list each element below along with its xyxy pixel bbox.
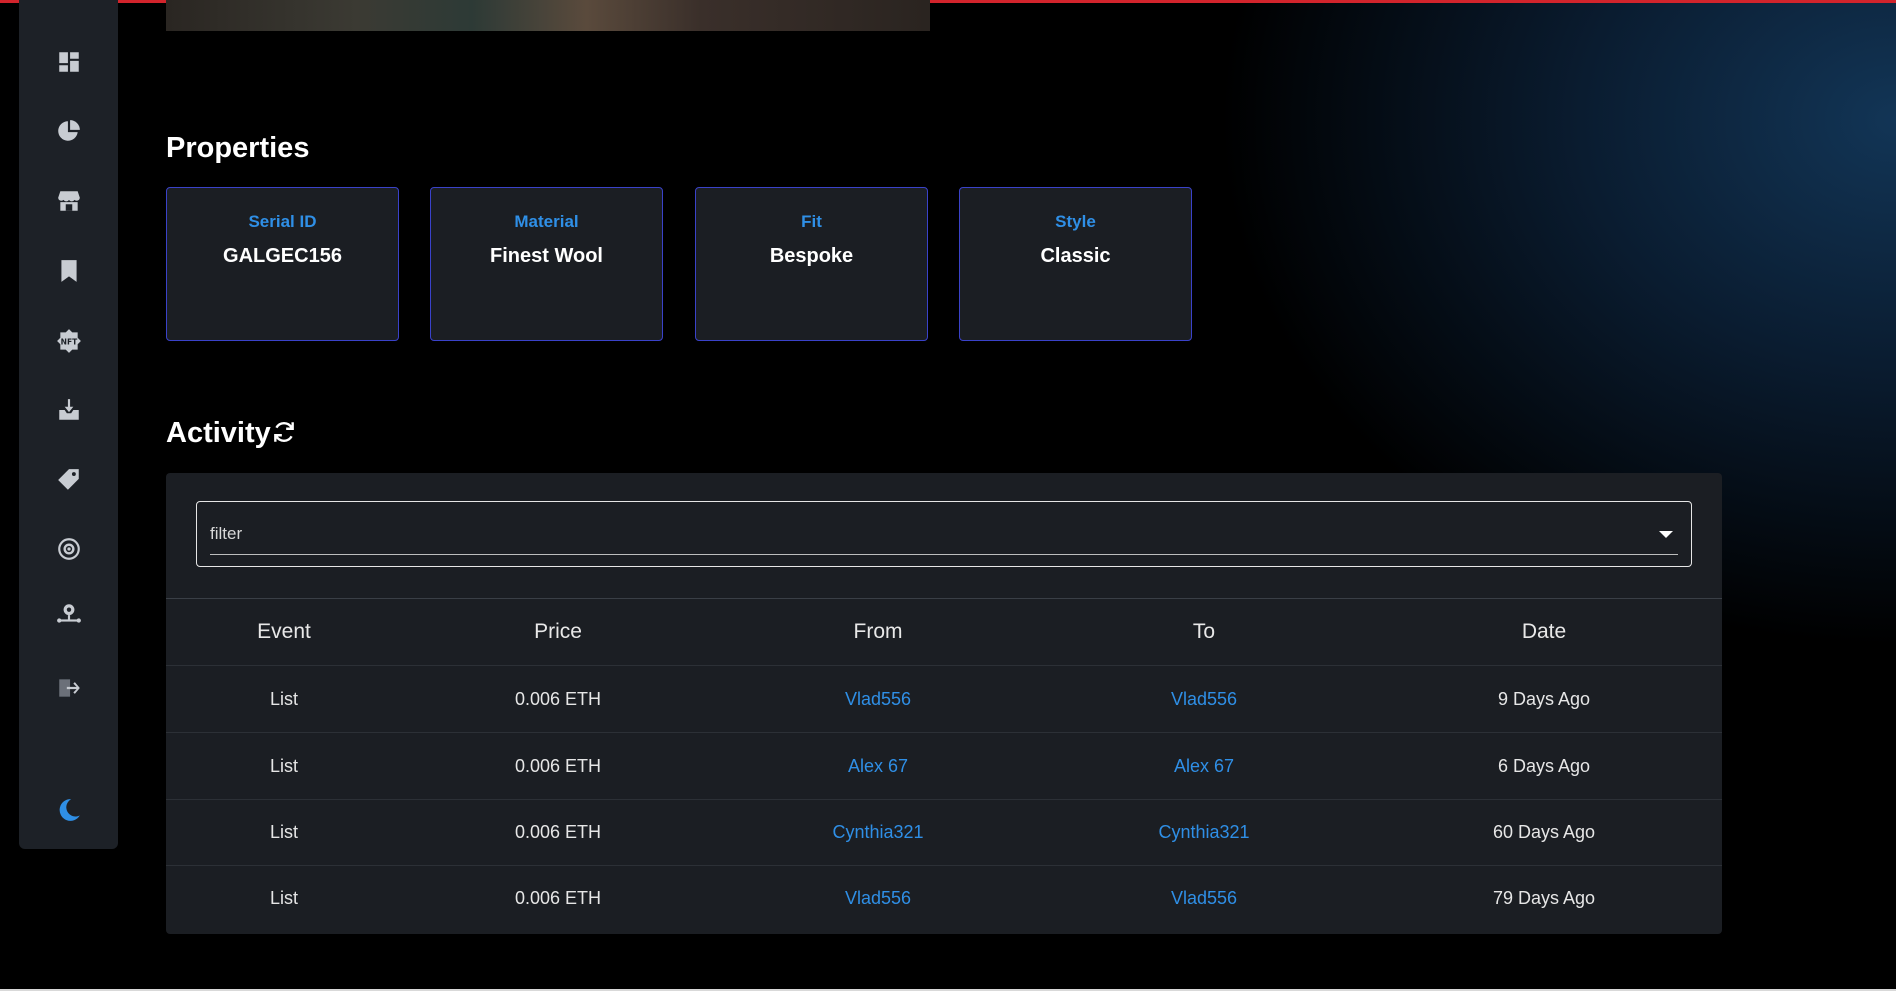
cell-date: 60 Days Ago xyxy=(1492,821,1596,842)
table-row: List 0.006 ETH Vlad556 Vlad556 79 Days A… xyxy=(166,865,1722,931)
logout-icon xyxy=(58,679,80,697)
moon-icon xyxy=(59,799,80,821)
cell-date: 9 Days Ago xyxy=(1497,688,1591,709)
dashboard-icon xyxy=(58,52,79,72)
filter-value: filter xyxy=(210,524,243,543)
filter-underline xyxy=(210,554,1678,555)
nft-icon: NFT xyxy=(56,329,81,353)
column-header-to: To xyxy=(1192,620,1216,643)
properties-title: Properties xyxy=(166,132,310,164)
cell-price: 0.006 ETH xyxy=(514,755,602,776)
sidebar-item-logout[interactable] xyxy=(19,668,118,708)
sidebar-item-bookmarks[interactable] xyxy=(19,251,118,291)
property-card-material: Material Finest Wool xyxy=(430,187,663,341)
cell-from-link[interactable]: Alex 67 xyxy=(848,733,908,799)
refresh-icon[interactable] xyxy=(271,418,297,446)
pie-chart-icon xyxy=(57,120,80,141)
sidebar-item-inbox[interactable] xyxy=(19,390,118,430)
activity-panel: filter Event Price From To Date List 0.0… xyxy=(166,473,1722,934)
cell-to-link[interactable]: Vlad556 xyxy=(1171,666,1237,732)
activity-title: Activity xyxy=(166,417,271,449)
sidebar-item-nft[interactable]: NFT xyxy=(19,321,118,361)
property-label: Fit xyxy=(801,212,822,231)
cell-event: List xyxy=(269,755,299,776)
cell-to-link[interactable]: Cynthia321 xyxy=(1158,799,1249,865)
cell-date: 79 Days Ago xyxy=(1492,887,1596,908)
sidebar-item-store[interactable] xyxy=(19,181,118,221)
property-card-fit: Fit Bespoke xyxy=(695,187,928,341)
product-image xyxy=(166,0,930,31)
property-label: Serial ID xyxy=(248,212,317,231)
cell-from-link[interactable]: Cynthia321 xyxy=(832,799,923,865)
property-value: Finest Wool xyxy=(490,245,603,267)
table-row: List 0.006 ETH Vlad556 Vlad556 9 Days Ag… xyxy=(166,666,1722,733)
price-tag-icon xyxy=(57,469,79,490)
bookmark-icon xyxy=(60,260,77,282)
property-label: Material xyxy=(514,212,579,231)
property-value: GALGEC156 xyxy=(223,245,342,267)
inbox-download-icon xyxy=(58,399,79,420)
network-node-icon xyxy=(56,604,81,623)
filter-select[interactable]: filter xyxy=(196,501,1692,567)
column-header-date: Date xyxy=(1521,620,1567,643)
table-row: List 0.006 ETH Alex 67 Alex 67 6 Days Ag… xyxy=(166,733,1722,800)
cell-to-link[interactable]: Alex 67 xyxy=(1174,733,1234,799)
property-card-serial-id: Serial ID GALGEC156 xyxy=(166,187,399,341)
cell-event: List xyxy=(269,821,299,842)
cell-from-link[interactable]: Vlad556 xyxy=(845,865,911,931)
page: NFT Properties Serial ID GALGEC156 Mater… xyxy=(0,0,1896,991)
cell-price: 0.006 ETH xyxy=(514,688,602,709)
svg-text:NFT: NFT xyxy=(60,337,78,346)
cell-date: 6 Days Ago xyxy=(1497,755,1591,776)
settings-cycle-icon xyxy=(57,538,80,560)
column-header-price: Price xyxy=(534,620,582,643)
property-label: Style xyxy=(1055,212,1096,231)
table-row: List 0.006 ETH Cynthia321 Cynthia321 60 … xyxy=(166,799,1722,866)
cell-to-link[interactable]: Vlad556 xyxy=(1171,865,1237,931)
property-value: Bespoke xyxy=(769,245,854,267)
column-header-from: From xyxy=(853,620,903,643)
sidebar-item-offers[interactable] xyxy=(19,460,118,500)
cell-event: List xyxy=(269,887,299,908)
theme-toggle-button[interactable] xyxy=(19,790,118,830)
sidebar-item-settings[interactable] xyxy=(19,529,118,569)
cell-from-link[interactable]: Vlad556 xyxy=(845,666,911,732)
chevron-down-icon[interactable] xyxy=(1659,531,1673,538)
storefront-icon xyxy=(57,191,80,211)
sidebar-item-network[interactable] xyxy=(19,594,118,634)
cell-price: 0.006 ETH xyxy=(514,821,602,842)
sidebar-item-dashboard[interactable] xyxy=(19,42,118,82)
cell-event: List xyxy=(269,688,299,709)
property-card-style: Style Classic xyxy=(959,187,1192,341)
cell-price: 0.006 ETH xyxy=(514,887,602,908)
column-header-event: Event xyxy=(257,620,311,643)
sidebar: NFT xyxy=(19,0,118,849)
property-value: Classic xyxy=(1040,245,1111,267)
sidebar-item-analytics[interactable] xyxy=(19,111,118,151)
table-header: Event Price From To Date xyxy=(166,599,1722,666)
